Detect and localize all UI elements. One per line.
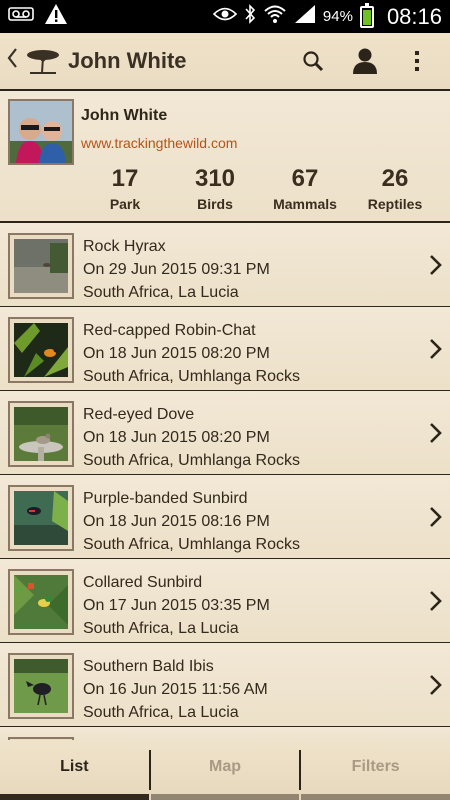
warning-icon [44,3,68,30]
acacia-tree-logo-icon[interactable] [26,47,60,75]
tab-filters[interactable]: Filters [301,740,450,800]
bluetooth-icon [244,4,256,29]
sighting-photo [8,569,74,635]
stat-label: Reptiles [367,196,423,212]
chevron-right-icon [428,337,444,361]
sighting-name: Rock Hyrax [83,238,166,255]
chevron-right-icon [428,505,444,529]
tab-indicator [0,794,149,800]
profile-website-link[interactable]: www.trackingthewild.com [81,135,237,151]
sighting-name: Collared Sunbird [83,574,203,591]
chevron-right-icon [428,589,444,613]
sighting-location: South Africa, Umhlanga Rocks [83,368,300,385]
sightings-list[interactable]: Rock Hyrax On 29 Jun 2015 09:31 PM South… [0,223,450,740]
list-item[interactable] [0,727,450,740]
tab-label: Filters [351,758,400,775]
chevron-right-icon [428,673,444,697]
sighting-name: Southern Bald Ibis [83,658,214,675]
list-item[interactable]: Collared Sunbird On 17 Jun 2015 03:35 PM… [0,559,450,643]
stat-label: Birds [197,196,233,212]
tab-map[interactable]: Map [150,740,300,800]
sighting-photo [8,485,74,551]
stat-birds[interactable]: 310 Birds [170,165,260,212]
sighting-location: South Africa, La Lucia [83,284,239,301]
action-bar: John White [0,33,450,91]
tab-indicator [150,794,300,800]
sighting-date: On 18 Jun 2015 08:20 PM [83,429,270,446]
sighting-photo [8,317,74,383]
profile-header: John White www.trackingthewild.com 17 Pa… [0,91,450,223]
wifi-icon [263,4,287,29]
sighting-date: On 17 Jun 2015 03:35 PM [83,597,270,614]
status-bar: 94% 08:16 [0,0,450,33]
tab-label: List [60,758,89,775]
list-item[interactable]: Red-capped Robin-Chat On 18 Jun 2015 08:… [0,307,450,391]
list-item[interactable]: Southern Bald Ibis On 16 Jun 2015 11:56 … [0,643,450,727]
sighting-photo [8,401,74,467]
sighting-photo [8,653,74,719]
tab-label: Map [209,758,241,775]
bottom-tab-bar: List Map Filters [0,740,450,800]
profile-icon[interactable] [350,46,380,76]
tab-indicator [301,794,450,800]
sighting-location: South Africa, La Lucia [83,704,239,721]
stat-mammals[interactable]: 67 Mammals [260,165,350,212]
sighting-location: South Africa, Umhlanga Rocks [83,536,300,553]
chevron-right-icon [428,253,444,277]
stat-park[interactable]: 17 Park [80,165,170,212]
stat-label: Mammals [273,196,337,212]
profile-name: John White [81,107,168,124]
list-item[interactable]: Red-eyed Dove On 18 Jun 2015 08:20 PM So… [0,391,450,475]
list-item[interactable]: Purple-banded Sunbird On 18 Jun 2015 08:… [0,475,450,559]
stat-value: 17 [111,165,139,192]
stat-value: 26 [381,165,409,192]
chevron-right-icon [428,421,444,445]
stat-value: 310 [194,165,236,192]
list-item[interactable]: Rock Hyrax On 29 Jun 2015 09:31 PM South… [0,223,450,307]
signal-icon [294,4,316,29]
sighting-photo [8,233,74,299]
stat-reptiles[interactable]: 26 Reptiles [350,165,440,212]
avatar[interactable] [8,99,74,165]
overflow-menu-icon[interactable] [402,46,432,76]
back-chevron-icon[interactable] [6,47,24,75]
sighting-date: On 18 Jun 2015 08:16 PM [83,513,270,530]
sighting-name: Purple-banded Sunbird [83,490,248,507]
sighting-date: On 29 Jun 2015 09:31 PM [83,261,270,278]
search-icon[interactable] [298,46,328,76]
sighting-date: On 16 Jun 2015 11:56 AM [83,681,268,698]
voicemail-icon [8,7,34,26]
battery-icon [359,2,374,28]
stat-value: 67 [291,165,319,192]
sighting-date: On 18 Jun 2015 08:20 PM [83,345,270,362]
clock: 08:16 [386,3,442,29]
sighting-location: South Africa, Umhlanga Rocks [83,452,300,469]
tab-list[interactable]: List [0,740,149,800]
battery-percent: 94% [322,8,353,25]
sighting-name: Red-eyed Dove [83,406,195,423]
page-title: John White [68,48,187,73]
sighting-location: South Africa, La Lucia [83,620,239,637]
eye-icon [212,6,238,27]
stats-row: 17 Park 310 Birds 67 Mammals 26 Reptiles [80,165,440,212]
sighting-name: Red-capped Robin-Chat [83,322,256,339]
stat-label: Park [109,196,141,212]
